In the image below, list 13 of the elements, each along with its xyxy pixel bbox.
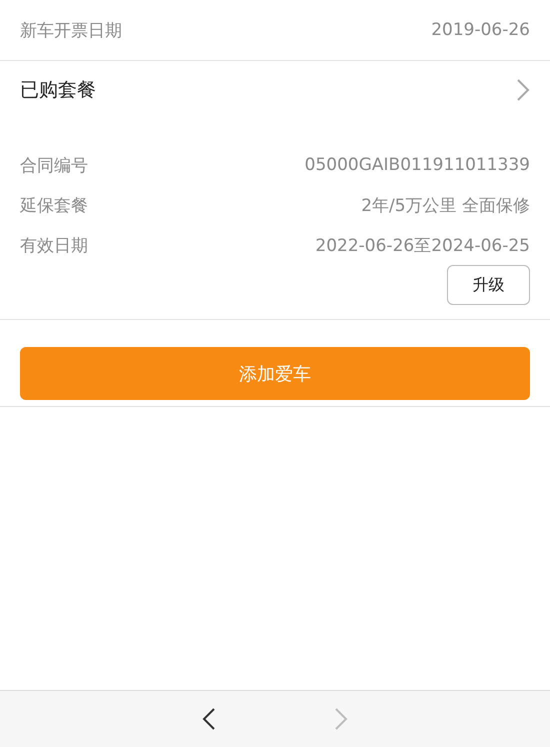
chevron-right-icon — [334, 707, 348, 731]
section-title: 已购套餐 — [20, 78, 96, 103]
chevron-right-icon — [516, 78, 530, 102]
field-value: 05000GAIB011911011339 — [304, 155, 530, 175]
field-label: 新车开票日期 — [20, 20, 122, 42]
field-label: 合同编号 — [20, 154, 88, 176]
field-value: 2年/5万公里 全面保修 — [361, 194, 530, 216]
field-label: 延保套餐 — [20, 194, 88, 216]
field-value: 2022-06-26至2024-06-25 — [315, 234, 530, 256]
field-label: 有效日期 — [20, 234, 88, 256]
chevron-left-icon — [202, 707, 216, 731]
field-value: 2019-06-26 — [431, 20, 530, 40]
upgrade-button[interactable]: 升级 — [447, 265, 530, 305]
